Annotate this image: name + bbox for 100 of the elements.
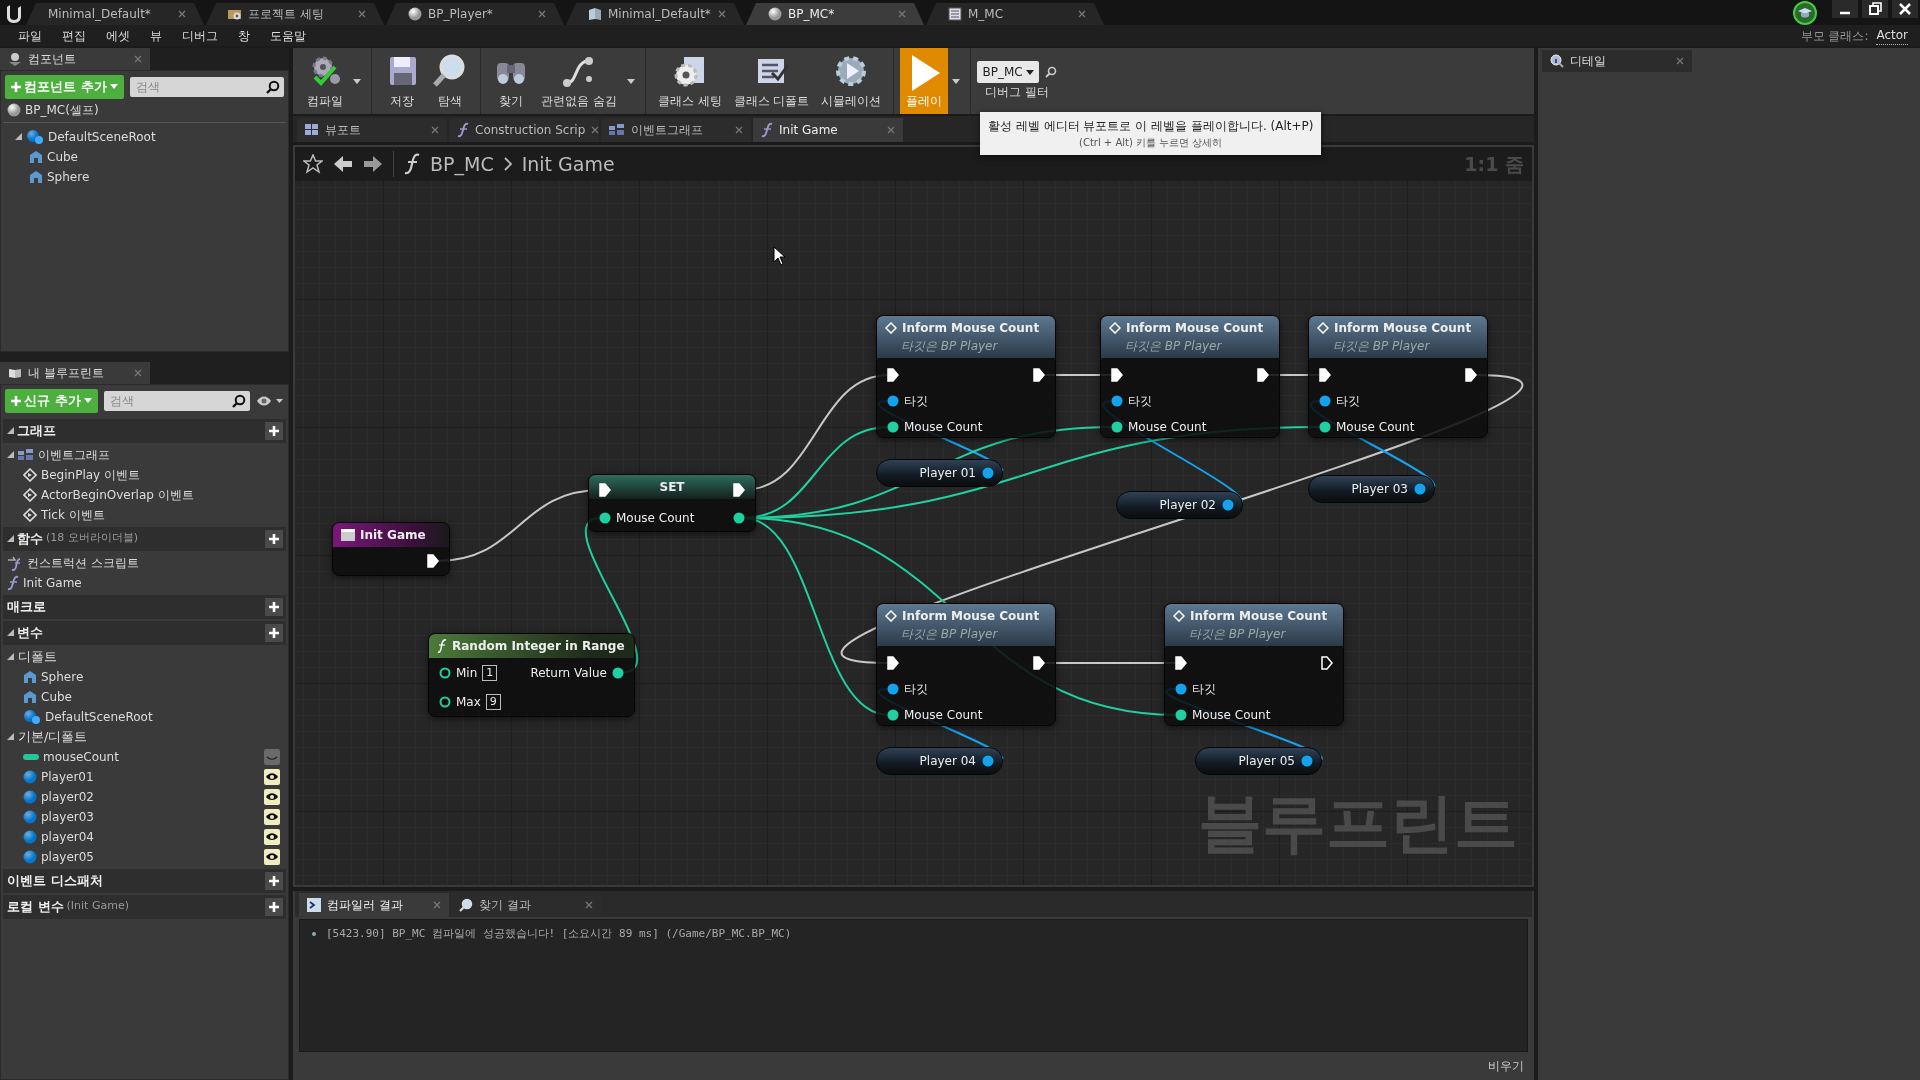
document-tab[interactable]: Construction Scrip xyxy=(449,118,599,142)
toolbar-button[interactable]: 찾기 xyxy=(487,48,535,114)
data-pin[interactable] xyxy=(1175,709,1187,721)
eye-icon[interactable] xyxy=(264,848,280,865)
add-button[interactable] xyxy=(265,623,283,642)
data-pin[interactable] xyxy=(1414,483,1426,495)
data-pin[interactable] xyxy=(1319,421,1331,433)
menu-item[interactable]: 도움말 xyxy=(260,26,316,45)
editor-tab[interactable]: BP_Player* xyxy=(386,3,564,25)
tree-item[interactable]: ActorBeginOverlap 이벤트 xyxy=(41,485,280,504)
editor-tab[interactable]: BP_MC* xyxy=(746,3,924,25)
menu-item[interactable]: 창 xyxy=(228,26,260,45)
function-call-node[interactable]: Inform Mouse Count 타깃은 BP Player 타깃 Mouse Count xyxy=(876,603,1056,726)
set-node[interactable]: SET Mouse Count xyxy=(588,474,756,532)
data-pin[interactable] xyxy=(982,467,994,479)
data-pin[interactable] xyxy=(887,683,899,695)
toolbar-button[interactable]: 관련없음 숨김 xyxy=(535,48,623,114)
eye-icon[interactable] xyxy=(264,828,280,845)
tree-item[interactable]: player05 xyxy=(41,847,260,866)
tree-item[interactable]: player03 xyxy=(41,807,260,826)
add-button[interactable] xyxy=(265,421,283,440)
variable-node[interactable]: Player 04 xyxy=(876,747,1003,775)
tree-item[interactable]: BP_MC(셀프) xyxy=(25,101,99,119)
data-pin[interactable] xyxy=(887,709,899,721)
collapse-arrow-icon[interactable] xyxy=(7,653,14,660)
panel-tab[interactable]: 디테일 xyxy=(1542,50,1692,72)
value-field[interactable]: 1 xyxy=(482,664,498,681)
exec-pin[interactable] xyxy=(1175,656,1187,670)
close-icon[interactable] xyxy=(1892,0,1918,18)
editor-tab[interactable]: Minimal_Default* xyxy=(26,3,204,25)
data-pin[interactable] xyxy=(439,695,451,708)
document-tab[interactable]: Init Game xyxy=(753,118,903,142)
variable-node[interactable]: Player 05 xyxy=(1195,747,1322,775)
exec-pin[interactable] xyxy=(599,483,611,497)
exec-pin[interactable] xyxy=(887,656,899,670)
eye-icon[interactable] xyxy=(264,808,280,825)
tree-item[interactable]: 이벤트그래프 xyxy=(38,445,280,464)
tree-item[interactable]: Cube xyxy=(41,687,280,706)
tree-item[interactable]: player04 xyxy=(41,827,260,846)
output-tab[interactable]: 컴파일러 결과 xyxy=(299,893,449,917)
tree-item[interactable]: Player01 xyxy=(41,767,260,786)
menu-item[interactable]: 디버그 xyxy=(172,26,228,45)
menu-item[interactable]: 파일 xyxy=(8,26,52,45)
eye-icon[interactable] xyxy=(256,394,284,407)
search-icon[interactable] xyxy=(1044,66,1057,78)
exec-pin[interactable] xyxy=(887,368,899,382)
back-arrow-icon[interactable] xyxy=(333,155,353,173)
menu-item[interactable]: 뷰 xyxy=(140,26,172,45)
search-field[interactable]: 검색 xyxy=(103,390,250,411)
exec-pin[interactable] xyxy=(1257,368,1269,382)
eye-icon[interactable] xyxy=(264,788,280,805)
exec-pin[interactable] xyxy=(1465,368,1477,382)
restore-icon[interactable] xyxy=(1862,0,1888,18)
collapse-arrow-icon[interactable] xyxy=(7,535,14,542)
panel-tab[interactable]: 내 블루프린트 xyxy=(0,362,150,384)
toolbar-button[interactable]: 클래스 세팅 xyxy=(651,48,728,114)
debug-filter-dropdown[interactable]: BP_MC xyxy=(977,61,1039,83)
function-entry-node[interactable]: Init Game xyxy=(332,522,450,576)
tree-item[interactable]: Sphere xyxy=(41,667,280,686)
add-button[interactable] xyxy=(265,871,283,890)
menu-item[interactable]: 편집 xyxy=(52,26,96,45)
graduation-cap-icon[interactable] xyxy=(1792,1,1818,25)
editor-tab[interactable]: 프로젝트 세팅 xyxy=(206,3,384,25)
add-button[interactable] xyxy=(265,897,283,916)
tree-item[interactable]: Init Game xyxy=(23,573,280,592)
toolbar-button[interactable]: 저장 xyxy=(378,48,426,114)
editor-tab[interactable]: M_MC xyxy=(926,3,1104,25)
exec-pin[interactable] xyxy=(1111,368,1123,382)
star-icon[interactable] xyxy=(303,154,323,174)
exec-pin[interactable] xyxy=(1321,656,1333,670)
exec-pin[interactable] xyxy=(1033,368,1045,382)
tree-item[interactable]: Tick 이벤트 xyxy=(41,505,280,524)
data-pin[interactable] xyxy=(1111,421,1123,433)
toolbar-button[interactable]: 탐색 xyxy=(426,48,474,114)
data-pin[interactable] xyxy=(733,512,745,524)
search-icon[interactable] xyxy=(266,79,280,94)
function-call-node[interactable]: Inform Mouse Count 타깃은 BP Player 타깃 Mouse Count xyxy=(1308,315,1488,438)
clear-button[interactable]: 비우기 xyxy=(1480,1054,1532,1080)
data-pin[interactable] xyxy=(1222,499,1234,511)
minimize-icon[interactable] xyxy=(1832,0,1858,18)
function-node[interactable]: Random Integer in Range Min 1 Return Value Max 9 xyxy=(428,633,635,717)
breadcrumb-item[interactable]: BP_MC xyxy=(430,149,494,179)
data-pin[interactable] xyxy=(1111,395,1123,407)
function-call-node[interactable]: Inform Mouse Count 타깃은 BP Player 타깃 Mouse Count xyxy=(1164,603,1344,726)
data-pin[interactable] xyxy=(1175,683,1187,695)
search-icon[interactable] xyxy=(232,393,246,408)
exec-pin[interactable] xyxy=(1319,368,1331,382)
menu-item[interactable]: 에셋 xyxy=(96,26,140,45)
tree-item[interactable]: player02 xyxy=(41,787,260,806)
exec-pin[interactable] xyxy=(733,483,745,497)
document-tab[interactable]: 이벤트그래프 xyxy=(601,118,751,142)
document-tab[interactable]: 뷰포트 xyxy=(297,118,447,142)
exec-pin[interactable] xyxy=(1033,656,1045,670)
eye-icon[interactable] xyxy=(264,768,280,785)
toolbar-button[interactable]: 클래스 디폴트 xyxy=(727,48,816,114)
breadcrumb-item[interactable]: Init Game xyxy=(521,149,615,179)
data-pin[interactable] xyxy=(439,666,451,679)
data-pin[interactable] xyxy=(1301,755,1313,767)
tree-item[interactable]: 컨스트럭션 스크립트 xyxy=(27,553,280,572)
editor-tab[interactable]: Minimal_Default* xyxy=(566,3,744,25)
